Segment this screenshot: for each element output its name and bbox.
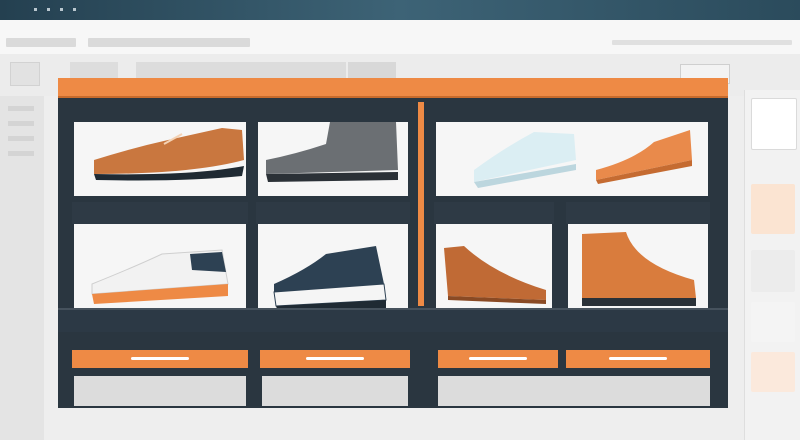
select-button-3[interactable] xyxy=(438,350,558,368)
product-card-brown-oxford[interactable] xyxy=(72,120,248,198)
card-header xyxy=(434,202,554,224)
button-label-bar xyxy=(306,357,364,360)
select-button-1[interactable] xyxy=(72,350,248,368)
gallery-footer-bar xyxy=(58,308,728,332)
placeholder-card xyxy=(438,376,710,406)
button-label-bar xyxy=(131,357,189,360)
white-sneaker-icon xyxy=(474,130,692,188)
sidebar-item[interactable] xyxy=(8,106,34,111)
panel-thumb[interactable] xyxy=(751,352,795,392)
tan-work-boot-icon xyxy=(582,232,696,306)
tab-2[interactable] xyxy=(88,38,250,47)
product-card-white-orange-sneaker[interactable] xyxy=(72,202,248,320)
product-card-white-sneaker[interactable] xyxy=(434,120,710,198)
product-card-brown-loafer[interactable] xyxy=(434,202,554,320)
product-card-grey-boot[interactable] xyxy=(256,120,410,198)
select-button-2[interactable] xyxy=(260,350,410,368)
gallery-header-bar xyxy=(58,78,728,98)
panel-card[interactable] xyxy=(751,98,797,150)
sidebar-item[interactable] xyxy=(8,151,34,156)
tab-1[interactable] xyxy=(6,38,76,47)
button-label-bar xyxy=(609,357,667,360)
product-card-tan-work-boot[interactable] xyxy=(566,202,710,320)
shoe-gallery xyxy=(58,78,728,408)
button-label-bar xyxy=(469,357,527,360)
window-dots xyxy=(34,8,76,11)
right-panel xyxy=(744,90,800,440)
toolbar-placeholder xyxy=(612,40,792,45)
card-header xyxy=(72,202,248,224)
navy-platform-sneaker-icon xyxy=(273,246,387,312)
home-icon[interactable] xyxy=(10,62,40,86)
product-card-navy-platform-sneaker[interactable] xyxy=(256,202,410,320)
white-orange-sneaker-icon xyxy=(91,249,229,304)
grey-boot-icon xyxy=(266,122,398,182)
os-titlebar xyxy=(0,0,800,20)
card-header xyxy=(256,202,410,224)
left-sidebar xyxy=(0,96,44,440)
brown-oxford-shoe-icon xyxy=(94,128,244,181)
card-header xyxy=(566,202,710,224)
select-button-4[interactable] xyxy=(566,350,710,368)
column-divider xyxy=(418,102,424,306)
sidebar-item[interactable] xyxy=(8,121,34,126)
brown-loafer-icon xyxy=(444,246,546,304)
panel-thumb[interactable] xyxy=(751,250,795,292)
placeholder-card xyxy=(74,376,246,406)
tab-bar xyxy=(0,20,800,55)
panel-thumb[interactable] xyxy=(751,302,795,342)
sidebar-item[interactable] xyxy=(8,136,34,141)
panel-thumb[interactable] xyxy=(751,184,795,234)
placeholder-card xyxy=(262,376,408,406)
